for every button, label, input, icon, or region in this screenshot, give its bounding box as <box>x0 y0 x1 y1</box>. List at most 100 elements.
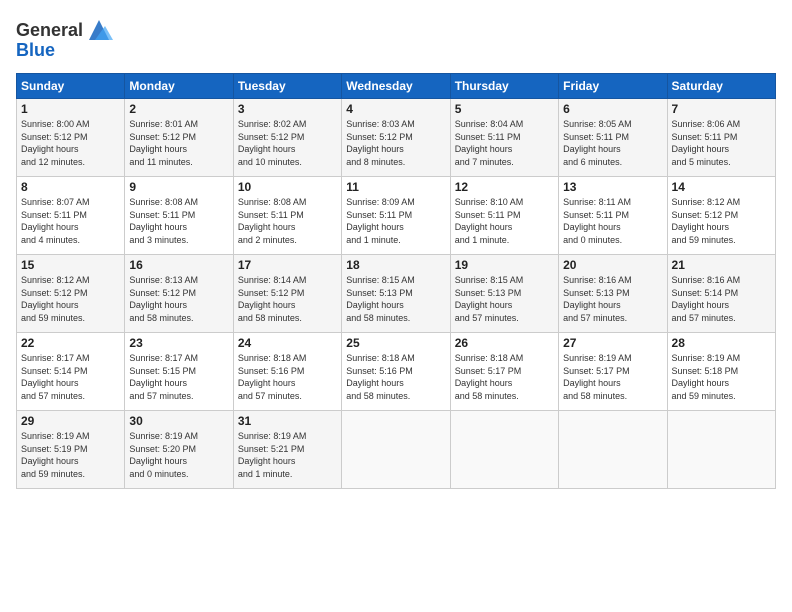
week-row-2: 8 Sunrise: 8:07 AMSunset: 5:11 PMDaylight… <box>17 177 776 255</box>
day-info: Sunrise: 8:19 AMSunset: 5:18 PMDaylight … <box>672 352 771 402</box>
week-row-3: 15Sunrise: 8:12 AMSunset: 5:12 PMDayligh… <box>17 255 776 333</box>
day-number: 29 <box>21 414 120 428</box>
weekday-sunday: Sunday <box>17 74 125 99</box>
day-info: Sunrise: 8:03 AMSunset: 5:12 PMDaylight … <box>346 118 445 168</box>
calendar-cell: 9 Sunrise: 8:08 AMSunset: 5:11 PMDaylight… <box>125 177 233 255</box>
day-number: 27 <box>563 336 662 350</box>
calendar-cell: 29 Sunrise: 8:19 AMSunset: 5:19 PMDayligh… <box>17 411 125 489</box>
day-number: 6 <box>563 102 662 116</box>
logo-general: General <box>16 20 83 41</box>
day-info: Sunrise: 8:18 AMSunset: 5:16 PMDaylight … <box>346 352 445 402</box>
calendar-cell: 14 Sunrise: 8:12 AMSunset: 5:12 PMDayligh… <box>667 177 775 255</box>
calendar-cell: 4 Sunrise: 8:03 AMSunset: 5:12 PMDaylight… <box>342 99 450 177</box>
day-number: 18 <box>346 258 445 272</box>
calendar-cell: 31 Sunrise: 8:19 AMSunset: 5:21 PMDayligh… <box>233 411 341 489</box>
day-info: Sunrise: 8:19 AMSunset: 5:19 PMDaylight … <box>21 430 120 480</box>
day-info: Sunrise: 8:18 AMSunset: 5:16 PMDaylight … <box>238 352 337 402</box>
day-info: Sunrise: 8:13 AMSunset: 5:12 PMDaylight … <box>129 274 228 324</box>
calendar-table: SundayMondayTuesdayWednesdayThursdayFrid… <box>16 73 776 489</box>
weekday-wednesday: Wednesday <box>342 74 450 99</box>
day-number: 7 <box>672 102 771 116</box>
day-number: 14 <box>672 180 771 194</box>
weekday-monday: Monday <box>125 74 233 99</box>
main-container: General Blue SundayMondayTuesdayWednesda… <box>0 0 792 497</box>
day-number: 31 <box>238 414 337 428</box>
day-number: 15 <box>21 258 120 272</box>
calendar-cell: 8 Sunrise: 8:07 AMSunset: 5:11 PMDaylight… <box>17 177 125 255</box>
calendar-cell <box>450 411 558 489</box>
day-info: Sunrise: 8:07 AMSunset: 5:11 PMDaylight … <box>21 196 120 246</box>
calendar-cell: 19 Sunrise: 8:15 AMSunset: 5:13 PMDayligh… <box>450 255 558 333</box>
day-number: 2 <box>129 102 228 116</box>
day-info: Sunrise: 8:01 AMSunset: 5:12 PMDaylight … <box>129 118 228 168</box>
calendar-cell: 5Sunrise: 8:04 AMSunset: 5:11 PMDaylight… <box>450 99 558 177</box>
calendar-cell: 10Sunrise: 8:08 AMSunset: 5:11 PMDayligh… <box>233 177 341 255</box>
calendar-cell: 20Sunrise: 8:16 AMSunset: 5:13 PMDayligh… <box>559 255 667 333</box>
day-number: 19 <box>455 258 554 272</box>
calendar-body: 1Sunrise: 8:00 AMSunset: 5:12 PMDaylight… <box>17 99 776 489</box>
calendar-cell: 21 Sunrise: 8:16 AMSunset: 5:14 PMDayligh… <box>667 255 775 333</box>
calendar-cell: 27Sunrise: 8:19 AMSunset: 5:17 PMDayligh… <box>559 333 667 411</box>
day-number: 25 <box>346 336 445 350</box>
day-info: Sunrise: 8:05 AMSunset: 5:11 PMDaylight … <box>563 118 662 168</box>
day-number: 13 <box>563 180 662 194</box>
day-number: 21 <box>672 258 771 272</box>
day-info: Sunrise: 8:08 AMSunset: 5:11 PMDaylight … <box>129 196 228 246</box>
day-number: 10 <box>238 180 337 194</box>
day-number: 16 <box>129 258 228 272</box>
calendar-cell: 23 Sunrise: 8:17 AMSunset: 5:15 PMDayligh… <box>125 333 233 411</box>
calendar-cell: 13Sunrise: 8:11 AMSunset: 5:11 PMDayligh… <box>559 177 667 255</box>
logo: General Blue <box>16 16 113 61</box>
day-number: 26 <box>455 336 554 350</box>
day-number: 22 <box>21 336 120 350</box>
day-number: 3 <box>238 102 337 116</box>
day-info: Sunrise: 8:19 AMSunset: 5:21 PMDaylight … <box>238 430 337 480</box>
calendar-cell <box>667 411 775 489</box>
weekday-thursday: Thursday <box>450 74 558 99</box>
day-number: 24 <box>238 336 337 350</box>
day-number: 4 <box>346 102 445 116</box>
calendar-cell: 1Sunrise: 8:00 AMSunset: 5:12 PMDaylight… <box>17 99 125 177</box>
calendar-cell: 22 Sunrise: 8:17 AMSunset: 5:14 PMDayligh… <box>17 333 125 411</box>
day-number: 12 <box>455 180 554 194</box>
day-number: 28 <box>672 336 771 350</box>
week-row-1: 1Sunrise: 8:00 AMSunset: 5:12 PMDaylight… <box>17 99 776 177</box>
day-info: Sunrise: 8:12 AMSunset: 5:12 PMDaylight … <box>672 196 771 246</box>
calendar-cell: 25 Sunrise: 8:18 AMSunset: 5:16 PMDayligh… <box>342 333 450 411</box>
day-info: Sunrise: 8:15 AMSunset: 5:13 PMDaylight … <box>455 274 554 324</box>
day-info: Sunrise: 8:16 AMSunset: 5:14 PMDaylight … <box>672 274 771 324</box>
day-info: Sunrise: 8:00 AMSunset: 5:12 PMDaylight … <box>21 118 120 168</box>
day-info: Sunrise: 8:09 AMSunset: 5:11 PMDaylight … <box>346 196 445 246</box>
day-info: Sunrise: 8:02 AMSunset: 5:12 PMDaylight … <box>238 118 337 168</box>
day-info: Sunrise: 8:19 AMSunset: 5:20 PMDaylight … <box>129 430 228 480</box>
day-number: 30 <box>129 414 228 428</box>
calendar-cell: 3 Sunrise: 8:02 AMSunset: 5:12 PMDaylight… <box>233 99 341 177</box>
day-info: Sunrise: 8:16 AMSunset: 5:13 PMDaylight … <box>563 274 662 324</box>
day-info: Sunrise: 8:18 AMSunset: 5:17 PMDaylight … <box>455 352 554 402</box>
calendar-cell: 2 Sunrise: 8:01 AMSunset: 5:12 PMDaylight… <box>125 99 233 177</box>
day-info: Sunrise: 8:17 AMSunset: 5:14 PMDaylight … <box>21 352 120 402</box>
calendar-cell: 26 Sunrise: 8:18 AMSunset: 5:17 PMDayligh… <box>450 333 558 411</box>
day-info: Sunrise: 8:15 AMSunset: 5:13 PMDaylight … <box>346 274 445 324</box>
calendar-cell <box>342 411 450 489</box>
weekday-header-row: SundayMondayTuesdayWednesdayThursdayFrid… <box>17 74 776 99</box>
calendar-cell: 28 Sunrise: 8:19 AMSunset: 5:18 PMDayligh… <box>667 333 775 411</box>
calendar-cell: 17Sunrise: 8:14 AMSunset: 5:12 PMDayligh… <box>233 255 341 333</box>
logo-icon <box>85 16 113 44</box>
day-info: Sunrise: 8:17 AMSunset: 5:15 PMDaylight … <box>129 352 228 402</box>
day-number: 23 <box>129 336 228 350</box>
day-number: 11 <box>346 180 445 194</box>
day-number: 9 <box>129 180 228 194</box>
calendar-cell <box>559 411 667 489</box>
week-row-5: 29 Sunrise: 8:19 AMSunset: 5:19 PMDayligh… <box>17 411 776 489</box>
day-number: 8 <box>21 180 120 194</box>
calendar-cell: 30 Sunrise: 8:19 AMSunset: 5:20 PMDayligh… <box>125 411 233 489</box>
day-info: Sunrise: 8:14 AMSunset: 5:12 PMDaylight … <box>238 274 337 324</box>
day-info: Sunrise: 8:06 AMSunset: 5:11 PMDaylight … <box>672 118 771 168</box>
calendar-cell: 11 Sunrise: 8:09 AMSunset: 5:11 PMDayligh… <box>342 177 450 255</box>
weekday-saturday: Saturday <box>667 74 775 99</box>
day-number: 5 <box>455 102 554 116</box>
week-row-4: 22 Sunrise: 8:17 AMSunset: 5:14 PMDayligh… <box>17 333 776 411</box>
day-info: Sunrise: 8:10 AMSunset: 5:11 PMDaylight … <box>455 196 554 246</box>
calendar-cell: 7 Sunrise: 8:06 AMSunset: 5:11 PMDaylight… <box>667 99 775 177</box>
